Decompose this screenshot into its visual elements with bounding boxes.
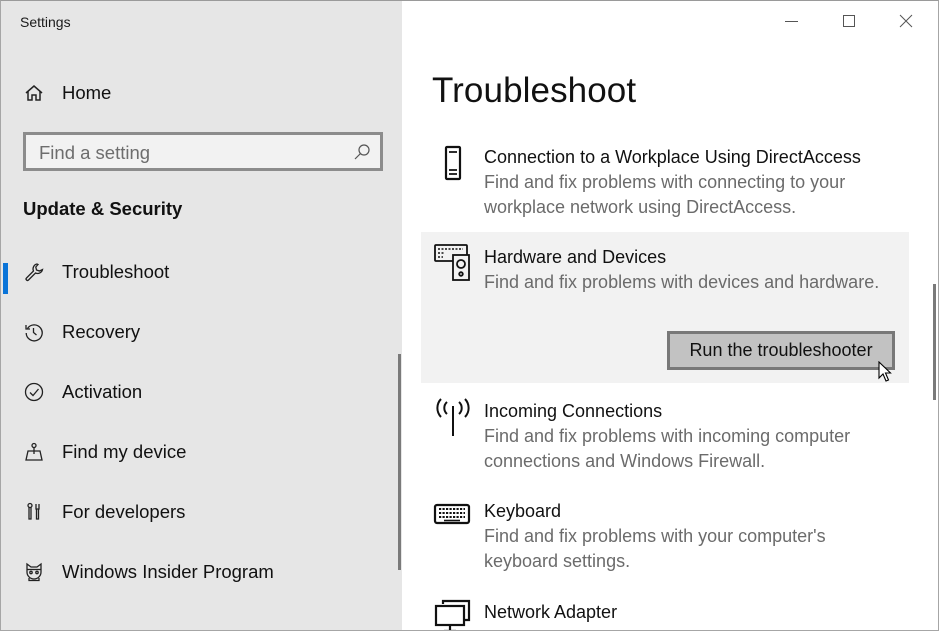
troubleshooter-title: Hardware and Devices [484,247,667,267]
sidebar-item-label: Recovery [62,321,141,342]
sidebar-scrollbar[interactable] [398,354,401,570]
check-circle-icon [23,381,45,403]
network-adapter-icon [433,598,473,630]
sidebar-item-label: For developers [62,501,186,522]
sidebar-item-label: Troubleshoot [62,261,170,282]
mouse-cursor-icon [878,361,892,382]
sidebar-item-recovery[interactable]: Recovery [1,310,396,354]
search-input[interactable] [39,141,339,165]
sidebar-item-troubleshoot[interactable]: Troubleshoot [1,250,396,294]
troubleshooter-description: Find and fix problems with devices and h… [484,272,880,292]
window-controls [770,1,938,43]
troubleshooter-title: Network Adapter [484,602,618,622]
sidebar-item-label: Find my device [62,441,187,462]
section-heading: Update & Security [23,198,183,219]
sidebar: Settings Home Update & Security [1,1,402,630]
close-icon[interactable] [896,11,916,31]
phone-device-icon [433,143,473,183]
find-device-icon [23,441,45,463]
troubleshooter-title: Keyboard [484,501,562,521]
search-icon[interactable] [353,143,371,161]
app-title: Settings [20,14,71,30]
keyboard-icon [433,495,473,535]
sidebar-item-label: Windows Insider Program [62,561,274,582]
home-icon [23,82,45,104]
sidebar-item-label: Activation [62,381,143,402]
troubleshooter-item-directaccess[interactable]: Connection to a Workplace Using DirectAc… [421,141,909,229]
insider-ninjacat-icon [23,561,45,583]
troubleshooter-title: Incoming Connections [484,401,663,421]
troubleshooter-description: Find and fix problems with incoming comp… [484,426,851,471]
run-troubleshooter-button[interactable]: Run the troubleshooter [667,331,895,370]
hardware-devices-icon [433,242,473,282]
sidebar-item-for-developers[interactable]: For developers [1,490,396,534]
main-scrollbar[interactable] [933,284,936,400]
sidebar-item-home[interactable]: Home [1,73,396,113]
wrench-icon [23,261,45,283]
history-icon [23,321,45,343]
troubleshooter-item-keyboard[interactable]: Keyboard Find and fix problems with your… [421,495,909,585]
sidebar-item-find-my-device[interactable]: Find my device [1,430,396,474]
troubleshooter-item-incoming-connections[interactable]: Incoming Connections Find and fix proble… [421,394,909,484]
troubleshooter-description: Find and fix problems with connecting to… [484,172,846,217]
troubleshooter-description: Find and fix problems with your computer… [484,526,826,571]
sidebar-item-activation[interactable]: Activation [1,370,396,414]
developer-tools-icon [23,501,45,523]
sidebar-item-windows-insider-program[interactable]: Windows Insider Program [1,550,396,594]
troubleshooter-title: Connection to a Workplace Using DirectAc… [484,147,861,167]
antenna-icon [433,396,473,436]
troubleshooter-item-hardware-devices[interactable]: Hardware and Devices Find and fix proble… [421,232,909,383]
main-content: Troubleshoot Connection to a Workplace U… [402,1,938,630]
minimize-icon[interactable] [782,11,802,31]
search-box[interactable] [23,132,383,171]
page-title: Troubleshoot [432,71,637,110]
troubleshooter-item-network-adapter[interactable]: Network Adapter [421,596,909,630]
sidebar-item-label: Home [62,82,112,103]
settings-window: Settings Home Update & Security [0,0,939,631]
maximize-icon[interactable] [839,11,859,31]
